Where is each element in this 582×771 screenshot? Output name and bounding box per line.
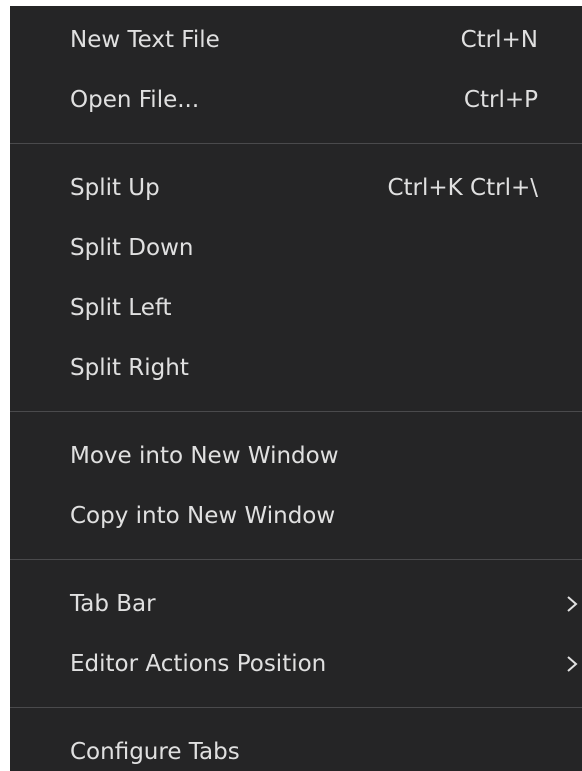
menu-item-split-up[interactable]: Split Up Ctrl+K Ctrl+\ xyxy=(10,158,582,218)
menu-item-shortcut: Ctrl+P xyxy=(463,87,538,113)
menu-item-open-file[interactable]: Open File... Ctrl+P xyxy=(10,70,582,130)
chevron-right-icon xyxy=(567,596,578,612)
menu-item-shortcut: Ctrl+N xyxy=(460,27,538,53)
menu-item-split-down[interactable]: Split Down xyxy=(10,218,582,278)
menu-item-editor-actions-position[interactable]: Editor Actions Position xyxy=(10,634,582,694)
context-menu: New Text File Ctrl+N Open File... Ctrl+P… xyxy=(10,6,582,771)
menu-item-configure-tabs[interactable]: Configure Tabs xyxy=(10,722,582,771)
menu-item-label: Configure Tabs xyxy=(70,739,240,765)
menu-separator xyxy=(10,707,582,708)
menu-item-label: Split Right xyxy=(70,355,189,381)
menu-item-label: Split Down xyxy=(70,235,194,261)
menu-item-label: Tab Bar xyxy=(70,591,156,617)
menu-item-shortcut: Ctrl+K Ctrl+\ xyxy=(387,175,538,201)
menu-item-split-right[interactable]: Split Right xyxy=(10,338,582,398)
menu-item-label: Open File... xyxy=(70,87,200,113)
menu-item-label: Editor Actions Position xyxy=(70,651,327,677)
menu-item-label: Copy into New Window xyxy=(70,503,336,529)
menu-separator xyxy=(10,143,582,144)
menu-item-label: Move into New Window xyxy=(70,443,339,469)
menu-item-label: New Text File xyxy=(70,27,220,53)
menu-item-new-text-file[interactable]: New Text File Ctrl+N xyxy=(10,10,582,70)
menu-item-label: Split Left xyxy=(70,295,172,321)
menu-item-copy-into-new-window[interactable]: Copy into New Window xyxy=(10,486,582,546)
menu-item-label: Split Up xyxy=(70,175,160,201)
menu-item-tab-bar[interactable]: Tab Bar xyxy=(10,574,582,634)
chevron-right-icon xyxy=(567,656,578,672)
menu-item-move-into-new-window[interactable]: Move into New Window xyxy=(10,426,582,486)
menu-item-split-left[interactable]: Split Left xyxy=(10,278,582,338)
menu-separator xyxy=(10,411,582,412)
menu-separator xyxy=(10,559,582,560)
